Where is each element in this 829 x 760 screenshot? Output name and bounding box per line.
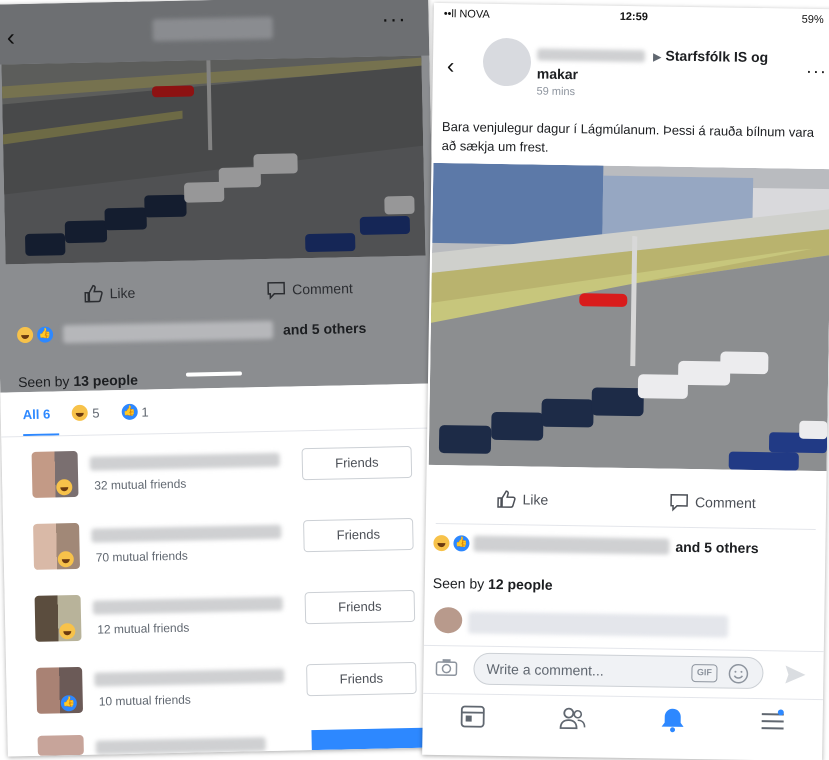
tab-haha[interactable]: 5 xyxy=(72,404,100,422)
like-label: Like xyxy=(522,491,549,508)
haha-reaction-icon xyxy=(16,326,34,344)
mutual-friends: 32 mutual friends xyxy=(94,476,187,493)
blurred-name xyxy=(95,737,266,755)
sticker-icon[interactable] xyxy=(727,663,749,685)
tab-like-count: 1 xyxy=(141,403,149,420)
battery: 59% xyxy=(801,13,824,27)
menu-icon[interactable] xyxy=(758,708,786,739)
post-actions: Like Comment xyxy=(436,483,816,519)
comment-bar: GIF xyxy=(423,644,824,696)
thumbs-up-icon xyxy=(497,490,517,508)
blurred-names xyxy=(473,535,670,555)
post-photo[interactable] xyxy=(1,55,426,265)
right-screenshot: ••ll NOVA 12:59 59% ‹ ▶ Starfsfólk IS og… xyxy=(422,2,829,760)
friends-button[interactable]: Friends xyxy=(304,589,416,625)
comment-button[interactable]: Comment xyxy=(669,492,756,513)
camera-icon[interactable] xyxy=(435,658,458,677)
seen-prefix: Seen by xyxy=(432,574,485,592)
seen-count: 12 people xyxy=(487,575,553,593)
list-item[interactable]: 32 mutual friends Friends xyxy=(22,444,419,512)
arrow-icon: ▶ xyxy=(653,51,662,64)
seen-by-text[interactable]: Seen by 13 people xyxy=(18,372,138,391)
reactions-others-text: and 5 others xyxy=(282,319,367,338)
reactions-sheet: All 6 5 👍 1 32 mutual friends Friends 70 xyxy=(0,383,444,757)
like-icon: 👍 xyxy=(121,403,138,421)
list-item[interactable]: 👍 10 mutual friends Friends xyxy=(26,660,423,728)
top-nav-bar: ‹ ··· xyxy=(0,0,430,65)
post-photo[interactable] xyxy=(428,162,829,472)
avatar xyxy=(37,734,84,756)
comment-button[interactable]: Comment xyxy=(266,278,353,300)
reaction-tabs: All 6 5 👍 1 xyxy=(23,403,149,422)
thumbs-up-icon xyxy=(84,284,104,303)
send-icon[interactable] xyxy=(783,663,807,685)
friends-icon[interactable] xyxy=(558,705,586,736)
reactions-icons[interactable]: 👍 xyxy=(433,534,470,552)
post-caption: Bara venjulegur dagur í Lágmúlanum. Þess… xyxy=(441,119,815,155)
notifications-bell-icon[interactable] xyxy=(658,707,686,738)
list-item[interactable]: 12 mutual friends Friends xyxy=(25,588,422,656)
tab-all[interactable]: All 6 xyxy=(23,406,51,422)
comment-label: Comment xyxy=(291,280,353,298)
seen-by-text[interactable]: Seen by 12 people xyxy=(433,575,553,593)
like-reaction-icon: 👍 xyxy=(453,535,470,552)
list-item[interactable]: 70 mutual friends Friends xyxy=(23,516,420,584)
blurred-name xyxy=(92,596,283,615)
comment-icon xyxy=(267,281,285,300)
blurred-name xyxy=(94,668,285,687)
like-button[interactable]: Like xyxy=(496,489,548,510)
bottom-nav xyxy=(422,692,824,760)
post-timestamp: 59 mins xyxy=(536,85,576,99)
friends-button[interactable]: Friends xyxy=(303,517,414,553)
more-options-icon[interactable]: ··· xyxy=(381,6,407,33)
gif-icon[interactable]: GIF xyxy=(691,664,718,683)
avatar[interactable] xyxy=(482,37,532,87)
mutual-friends: 12 mutual friends xyxy=(97,620,190,637)
seen-count: 13 people xyxy=(73,371,139,390)
news-feed-icon[interactable] xyxy=(458,703,486,734)
comment-label: Comment xyxy=(694,494,756,512)
blurred-comment xyxy=(468,611,729,638)
mutual-friends: 10 mutual friends xyxy=(98,692,191,709)
haha-icon xyxy=(72,404,89,422)
back-icon[interactable]: ‹ xyxy=(7,24,16,52)
carrier: ••ll NOVA xyxy=(443,8,490,21)
left-screenshot: ‹ ··· Like Comment 👍 and 5 others Seen b… xyxy=(0,0,444,757)
like-button[interactable]: Like xyxy=(83,283,135,304)
divider xyxy=(435,522,816,530)
reactions-others-text[interactable]: and 5 others xyxy=(675,539,758,556)
friends-button[interactable]: Friends xyxy=(301,445,413,481)
blurred-name xyxy=(89,452,280,471)
like-label: Like xyxy=(109,284,136,302)
back-icon[interactable]: ‹ xyxy=(447,53,455,79)
tab-like[interactable]: 👍 1 xyxy=(121,403,149,421)
more-options-icon[interactable]: ··· xyxy=(806,61,827,82)
tab-haha-count: 5 xyxy=(92,404,100,421)
haha-reaction-icon xyxy=(433,534,450,552)
comment-preview xyxy=(434,606,734,638)
avatar xyxy=(434,606,463,634)
comment-icon xyxy=(670,493,688,512)
add-friend-button[interactable] xyxy=(311,727,424,751)
friends-button[interactable]: Friends xyxy=(306,661,417,697)
tab-all-label: All 6 xyxy=(22,406,51,422)
divider xyxy=(1,427,438,438)
post-header: ‹ ▶ Starfsfólk IS og makar 59 mins ··· xyxy=(432,27,829,113)
clock: 12:59 xyxy=(619,10,648,24)
mutual-friends: 70 mutual friends xyxy=(95,548,188,565)
seen-prefix: Seen by xyxy=(17,373,70,391)
blurred-name xyxy=(91,524,282,543)
group-name[interactable]: ▶ Starfsfólk IS og makar xyxy=(537,45,808,87)
blurred-title xyxy=(152,16,273,42)
comment-input[interactable] xyxy=(473,652,764,690)
like-reaction-icon: 👍 xyxy=(36,326,54,343)
